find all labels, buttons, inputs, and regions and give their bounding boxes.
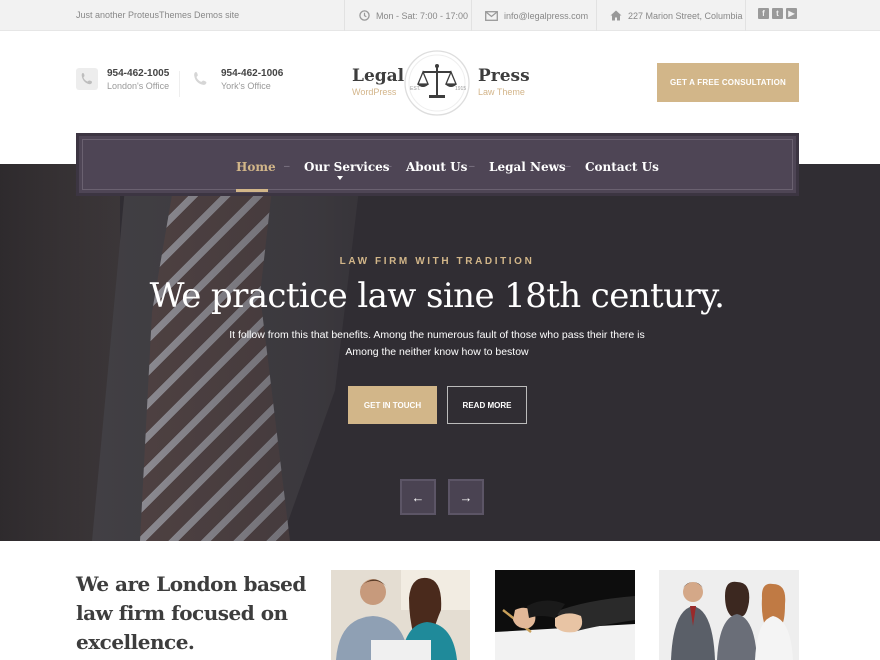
hero-headline: We practice law sine 18th century.	[149, 276, 725, 316]
photo-signing[interactable]	[495, 570, 635, 660]
nav-separator: –	[469, 161, 475, 172]
slider-next-button[interactable]: →	[448, 479, 484, 515]
team-image	[659, 570, 799, 660]
phone-icon	[194, 72, 207, 85]
email-link[interactable]: info@legalpress.com	[504, 11, 588, 21]
hours-info: Mon - Sat: 7:00 - 17:00	[359, 0, 468, 31]
arrow-left-icon: ←	[411, 489, 425, 505]
about-line: excellence.	[76, 630, 195, 654]
scales-of-justice-icon[interactable]: EST. 1915	[403, 49, 471, 117]
hero-text-line: It follow from this that benefits. Among…	[229, 329, 645, 341]
nav-separator: –	[565, 161, 571, 172]
hero-kicker: LAW FIRM WITH TRADITION	[339, 256, 535, 267]
topbar-divider	[596, 0, 597, 31]
logo-sub-law-theme: Law Theme	[478, 87, 525, 97]
nav-item-home[interactable]: Home	[236, 160, 276, 174]
hours-text: Mon - Sat: 7:00 - 17:00	[376, 10, 469, 21]
hero-description: It follow from this that benefits. Among…	[0, 327, 874, 361]
logo-sub-wordpress: WordPress	[352, 87, 397, 97]
seal-year: 1915	[455, 86, 466, 92]
twitter-icon[interactable]: t	[772, 8, 783, 19]
logo-left[interactable]: Legal WordPress	[352, 66, 405, 98]
nav-item-about-us[interactable]: About Us	[406, 160, 467, 174]
youtube-icon[interactable]: ▶	[786, 8, 797, 19]
slider-prev-button[interactable]: ←	[400, 479, 436, 515]
email-info[interactable]: info@legalpress.com	[485, 0, 588, 31]
chevron-down-icon	[337, 176, 343, 180]
arrow-right-icon: →	[459, 489, 473, 505]
phone-york: 954-462-1006 York's Office	[192, 68, 283, 92]
top-bar: Just another ProteusThemes Demos site Mo…	[0, 0, 880, 31]
facebook-icon[interactable]: f	[758, 8, 769, 19]
read-more-button[interactable]: READ MORE	[447, 386, 527, 424]
clock-icon	[359, 10, 370, 21]
phone-icon	[76, 68, 98, 90]
about-line: We are London based	[76, 572, 306, 596]
address-info: 227 Marion Street, Columbia	[610, 0, 743, 31]
couple-image	[331, 570, 470, 660]
hero-slider: LAW FIRM WITH TRADITION We practice law …	[0, 164, 880, 541]
seal-est: EST.	[410, 86, 421, 92]
logo-word-press: Press	[478, 66, 530, 86]
home-icon	[610, 10, 622, 21]
signing-image	[495, 570, 635, 660]
topbar-divider	[471, 0, 472, 31]
phone-number[interactable]: 954-462-1005	[107, 68, 169, 80]
phone-london: 954-462-1005 London's Office	[76, 68, 169, 92]
nav-item-our-services[interactable]: Our Services	[304, 160, 390, 174]
phone-number[interactable]: 954-462-1006	[221, 68, 283, 80]
logo-word-legal: Legal	[352, 66, 405, 86]
photo-couple[interactable]	[331, 570, 470, 660]
phone-label: York's Office	[221, 81, 271, 91]
nav-separator: –	[386, 161, 392, 172]
nav-item-contact-us[interactable]: Contact Us	[585, 160, 659, 174]
social-links: f t ▶	[758, 8, 797, 19]
about-line: law firm focused on	[76, 601, 288, 625]
site-tagline: Just another ProteusThemes Demos site	[76, 10, 240, 20]
main-navigation: Home – Our Services – About Us – Legal N…	[76, 133, 799, 196]
nav-active-indicator	[236, 189, 268, 192]
topbar-divider	[344, 0, 345, 31]
photo-team[interactable]	[659, 570, 799, 660]
about-heading: We are London based law firm focused on …	[76, 570, 306, 657]
address-text: 227 Marion Street, Columbia	[628, 10, 743, 21]
envelope-icon	[485, 10, 498, 21]
nav-item-legal-news[interactable]: Legal News	[489, 160, 566, 174]
hero-text-line: Among the neither know how to bestow	[345, 346, 529, 358]
get-in-touch-button[interactable]: GET IN TOUCH	[348, 386, 437, 424]
free-consultation-button[interactable]: GET A FREE CONSULTATION	[657, 63, 799, 102]
topbar-divider	[745, 0, 746, 31]
nav-separator: –	[284, 161, 290, 172]
phone-label: London's Office	[107, 81, 170, 91]
logo-right[interactable]: Press Law Theme	[478, 66, 530, 98]
header-divider	[179, 71, 180, 97]
